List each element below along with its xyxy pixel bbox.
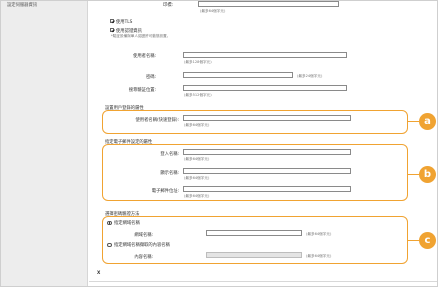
use-auth-label: 使用認證資訊 [116,28,142,34]
password-input[interactable] [183,72,293,78]
auth-info-hint: (最多512個字元) [184,93,212,97]
section-b-field2-hint: (最多64個字元) [184,176,210,180]
section-b-field2-label: 顯示名稱: [160,171,179,176]
port-input[interactable] [198,1,339,7]
section-a-input[interactable] [183,115,351,121]
specify-domain-label: 指定網域名稱 [114,221,140,226]
use-auth-checkbox[interactable] [110,28,114,32]
port-hint: (最多64個字元) [200,9,226,13]
username-label: 使用者名稱: [133,54,156,59]
auth-info-input[interactable] [183,85,347,91]
section-b-field3-label: 電子郵件位址: [151,189,179,194]
login-name-input[interactable] [183,149,351,155]
footer-divider [89,281,437,282]
auth-info-label: 搜尋驗証位置: [128,88,156,93]
attribute-domain-label: 指定網域名稱擷取的內容名稱 [114,243,170,248]
left-label-column: 設定伺服器資訊 [1,1,88,286]
domain-name-hint: (最多64個字元) [306,231,332,236]
password-label: 密碼: [145,75,156,80]
specify-domain-radio[interactable] [107,220,112,225]
username-hint: (最多128個字元) [184,60,212,64]
callout-a-line [408,121,419,122]
auth-note: *驗証設備與單人認證許可動態設置。 [111,34,171,38]
section-a-field-label: 使用者名稱(快速登錄): [135,118,179,123]
server-info-section-label: 設定伺服器資訊 [7,3,38,8]
footer-marker: X [97,271,101,276]
callout-b-line [408,174,419,175]
attribute-name-hint: (最多64個字元) [306,253,332,258]
use-tls-label: 使用TLS [116,19,133,25]
attribute-domain-radio[interactable] [107,242,112,247]
section-b-field1-hint: (最多64個字元) [184,157,210,161]
port-label: 印標: [163,3,174,8]
username-input[interactable] [183,52,347,58]
attribute-name-input[interactable] [206,252,302,258]
use-tls-checkbox[interactable] [110,19,114,23]
section-a-hint: (最多64個字元) [184,123,210,127]
section-b-field1-label: 登入名稱: [160,152,179,157]
section-b-field3-hint: (最多64個字元) [184,194,210,198]
domain-name-input[interactable] [206,230,302,236]
settings-form: 印標: (最多64個字元) 使用TLS 使用認證資訊 *驗証設備與單人認證許可動… [89,1,437,286]
callout-b-badge: b [419,166,436,183]
callout-a-badge: a [419,113,436,130]
password-hint: (最多24個字元) [297,73,323,78]
display-name-input[interactable] [183,168,351,174]
attribute-name-label: 內容名稱: [134,255,153,260]
callout-c-line [408,240,419,241]
email-address-input[interactable] [183,186,351,192]
callout-c-badge: c [419,232,436,249]
domain-name-label: 網域名稱: [134,233,153,238]
